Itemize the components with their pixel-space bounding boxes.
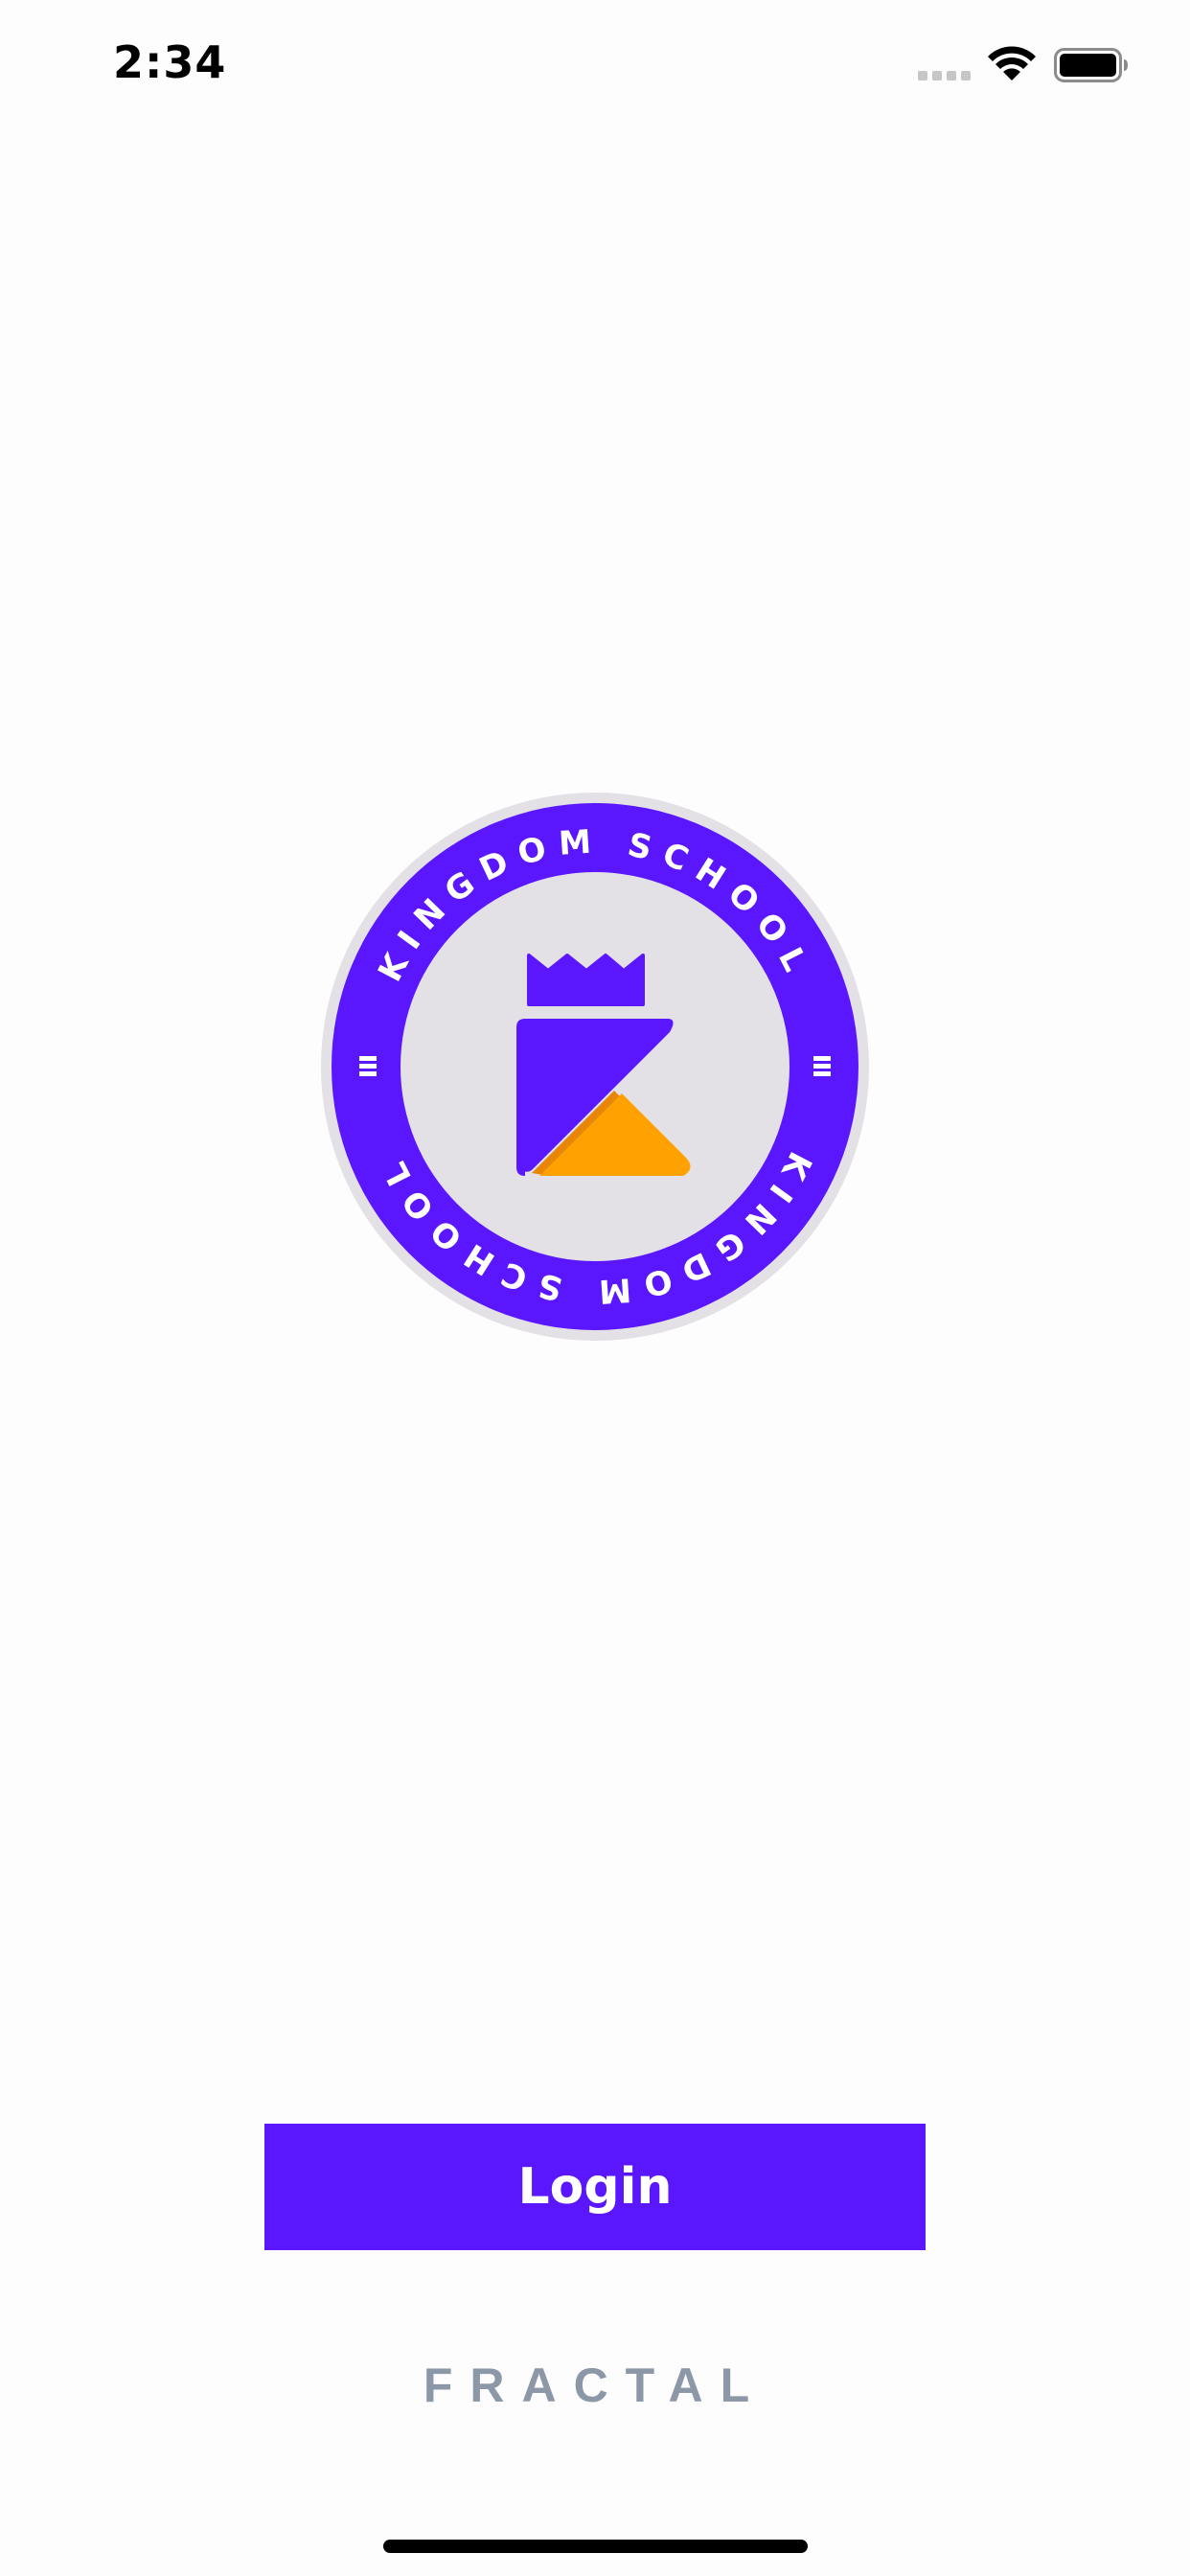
status-time: 2:34	[113, 36, 227, 88]
left-crown-separator-icon	[359, 1056, 377, 1076]
battery-icon	[1054, 48, 1128, 82]
fractal-logo: FRACTAL	[423, 2358, 767, 2412]
wifi-icon	[988, 46, 1036, 80]
login-button[interactable]: Login	[264, 2124, 926, 2250]
cellular-signal-icon	[918, 71, 971, 80]
fractal-logo-text: FRACTAL	[423, 2358, 767, 2412]
kingdom-school-logo: KINGDOM SCHOOL KINGDOM SCHOOL	[321, 793, 869, 1341]
right-crown-separator-icon	[813, 1056, 831, 1076]
status-bar: 2:34	[0, 0, 1190, 134]
home-indicator[interactable]	[383, 2540, 808, 2553]
